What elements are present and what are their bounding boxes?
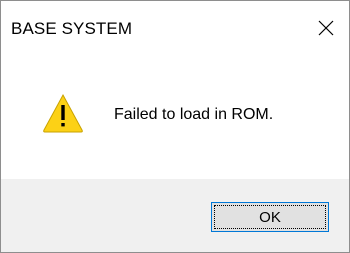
ok-button[interactable]: OK [211, 202, 329, 232]
button-bar: OK [1, 179, 349, 252]
title-bar: BASE SYSTEM [1, 1, 349, 55]
window-title: BASE SYSTEM [11, 19, 133, 38]
warning-icon [43, 93, 83, 133]
dialog-content: Failed to load in ROM. [1, 55, 349, 179]
error-message: Failed to load in ROM. [114, 106, 274, 123]
close-icon [318, 20, 334, 36]
close-button[interactable] [303, 1, 349, 55]
message-box-dialog: BASE SYSTEM Failed to load in ROM. OK [0, 0, 350, 253]
